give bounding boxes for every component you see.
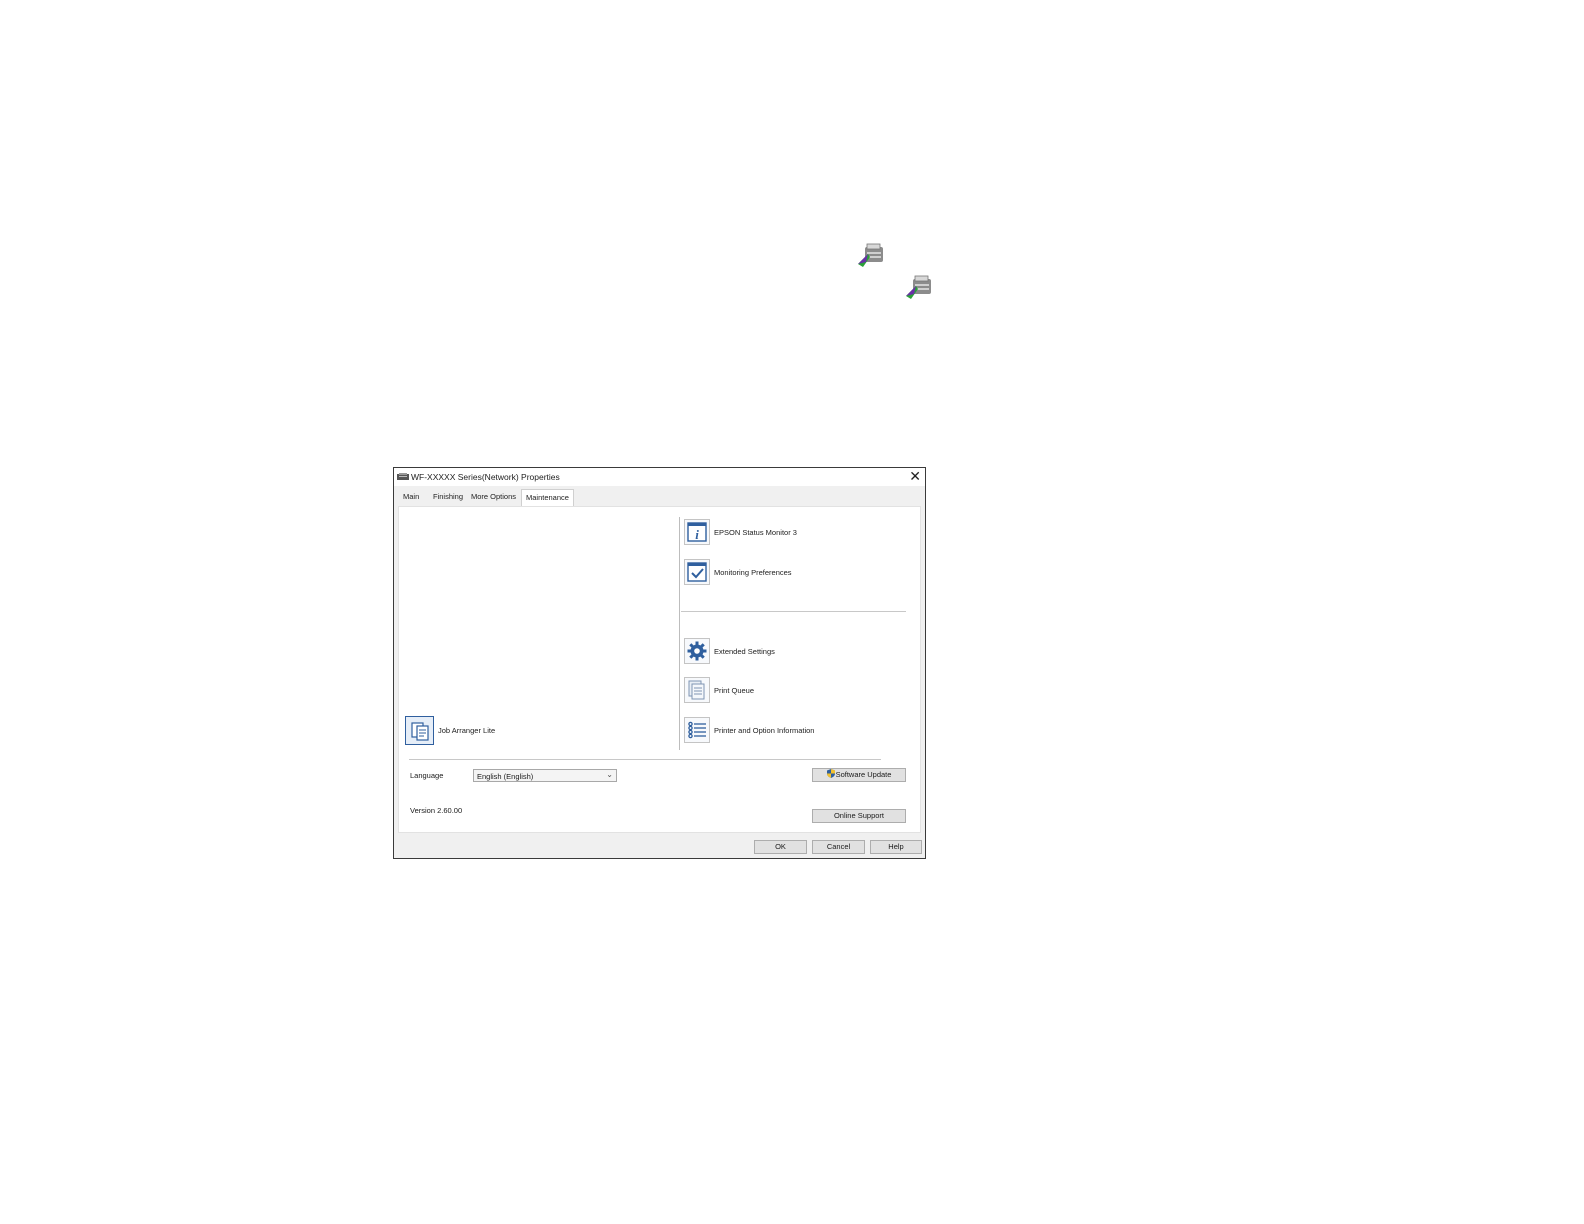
print-queue-label: Print Queue (714, 685, 755, 695)
dialog-title: WF-XXXXX Series(Network) Properties (411, 472, 560, 482)
maintenance-panel: Job Arranger Lite i EPSON Status Monitor… (398, 506, 921, 833)
list-icon (684, 717, 710, 743)
language-select[interactable]: English (English) ⌄ (473, 769, 617, 782)
epson-status-monitor-label: EPSON Status Monitor 3 (714, 527, 797, 537)
printer-properties-dialog: WF-XXXXX Series(Network) Properties ✕ Ma… (393, 467, 926, 859)
right-divider (681, 611, 906, 612)
info-icon: i (684, 519, 710, 545)
extended-settings-label: Extended Settings (714, 646, 775, 656)
online-support-button[interactable]: Online Support (812, 809, 906, 823)
version-text: Version 2.60.00 (410, 806, 463, 815)
ok-button[interactable]: OK (754, 840, 807, 854)
printer-arrow-icon (904, 272, 936, 304)
vertical-divider (679, 517, 680, 750)
software-update-button[interactable]: Software Update (812, 768, 906, 782)
print-queue-icon (684, 677, 710, 703)
cancel-button[interactable]: Cancel (812, 840, 865, 854)
epson-status-monitor-button[interactable]: i EPSON Status Monitor 3 (684, 519, 797, 545)
shield-icon (826, 769, 835, 778)
close-icon[interactable]: ✕ (909, 469, 921, 483)
language-label: Language (410, 771, 444, 780)
monitoring-preferences-label: Monitoring Preferences (714, 567, 792, 577)
printer-option-info-label: Printer and Option Information (714, 725, 815, 735)
printer-arrow-icon (856, 240, 888, 272)
chevron-down-icon: ⌄ (606, 770, 613, 779)
job-arranger-lite-label: Job Arranger Lite (438, 726, 496, 735)
gear-icon (684, 638, 710, 664)
help-button[interactable]: Help (870, 840, 922, 854)
job-arranger-lite-button[interactable]: Job Arranger Lite (405, 716, 495, 745)
printer-option-info-button[interactable]: Printer and Option Information (684, 717, 814, 743)
svg-text:i: i (695, 527, 699, 542)
extended-settings-button[interactable]: Extended Settings (684, 638, 775, 664)
software-update-label: Software Update (835, 770, 892, 779)
printer-app-icon (397, 473, 409, 480)
tab-finishing[interactable]: Finishing (433, 492, 463, 501)
monitoring-preferences-button[interactable]: Monitoring Preferences (684, 559, 792, 585)
bottom-divider (409, 759, 881, 760)
tab-main[interactable]: Main (403, 492, 419, 501)
checkmark-icon (684, 559, 710, 585)
title-bar: WF-XXXXX Series(Network) Properties ✕ (394, 468, 925, 486)
tab-maintenance[interactable]: Maintenance (521, 489, 574, 507)
tab-more-options[interactable]: More Options (471, 492, 516, 501)
print-queue-button[interactable]: Print Queue (684, 677, 754, 703)
job-arranger-icon (405, 716, 434, 745)
tab-strip: Main Finishing More Options Maintenance (394, 489, 925, 507)
language-selected-value: English (English) (477, 772, 534, 781)
